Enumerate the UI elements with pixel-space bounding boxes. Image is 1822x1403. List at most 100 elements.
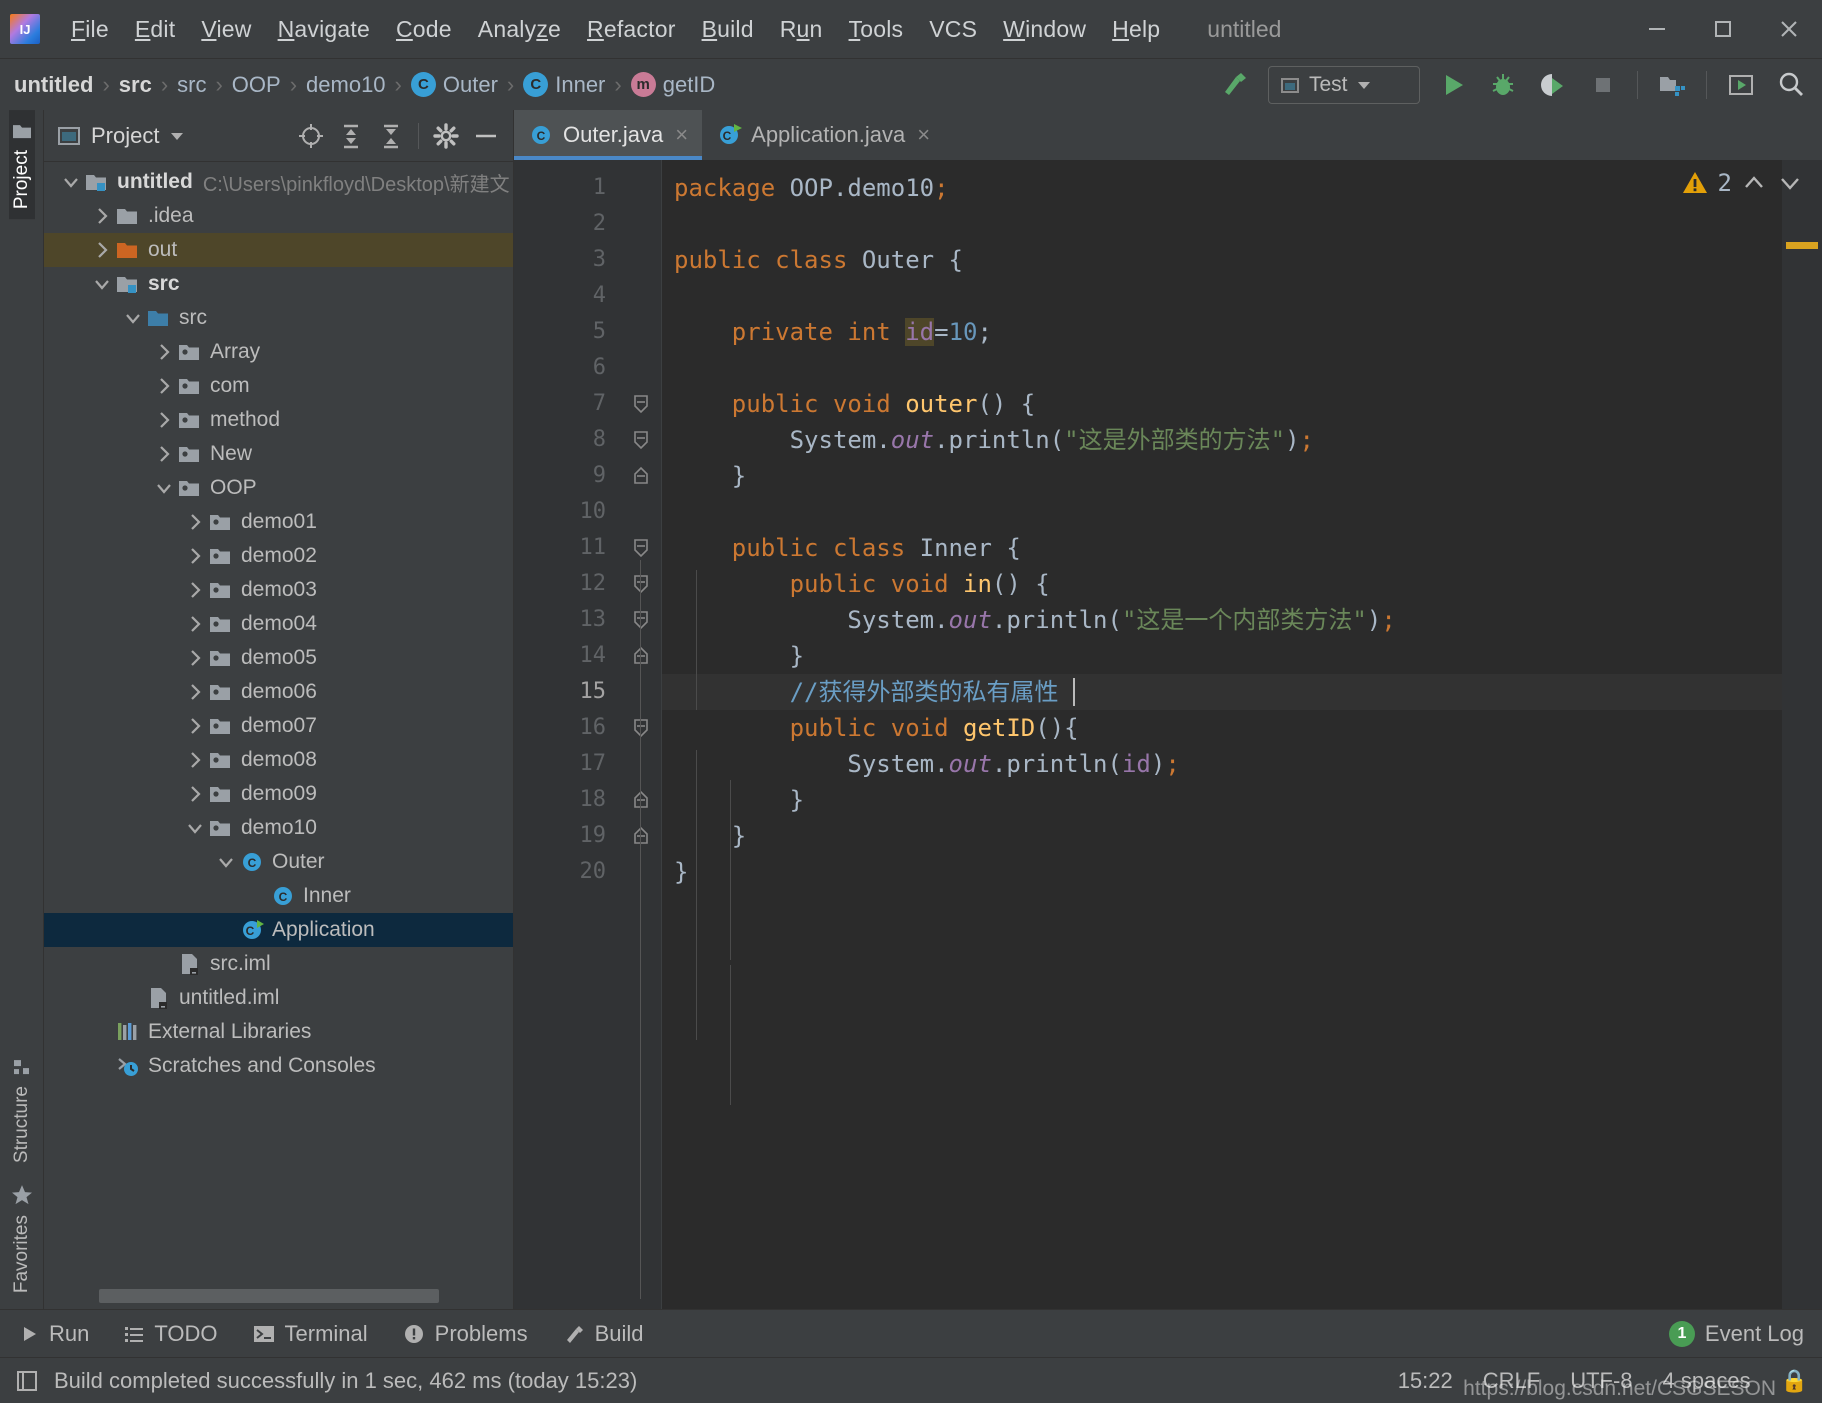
fold-marker[interactable]	[631, 826, 651, 846]
maximize-button[interactable]	[1690, 0, 1756, 58]
code-line-9[interactable]: }	[674, 458, 746, 494]
close-button[interactable]	[1756, 0, 1822, 58]
inspection-widget[interactable]: 2	[1680, 168, 1804, 198]
status-indent[interactable]: 4 spaces	[1663, 1368, 1751, 1394]
code-line-5[interactable]: private int id=10;	[674, 314, 992, 350]
breadcrumb-item-oop[interactable]: OOP	[232, 72, 281, 98]
fold-marker[interactable]	[631, 574, 651, 594]
status-line-separator[interactable]: CRLF	[1483, 1368, 1540, 1394]
tree-horizontal-scrollbar[interactable]	[99, 1289, 499, 1303]
tree-item-application[interactable]: C Application	[44, 913, 513, 947]
updates-button[interactable]	[1718, 63, 1764, 107]
tool-window-terminal[interactable]: Terminal	[252, 1321, 368, 1347]
tree-item-demo04[interactable]: demo04	[44, 607, 513, 641]
chevron-down-icon[interactable]	[153, 477, 175, 499]
chevron-right-icon[interactable]	[184, 715, 206, 737]
code-line-20[interactable]: }	[674, 854, 688, 890]
tree-item-untitled[interactable]: untitled C:\Users\pinkfloyd\Desktop\新建文	[44, 165, 513, 199]
tree-item--idea[interactable]: .idea	[44, 199, 513, 233]
editor-tab-application-java[interactable]: C Application.java ×	[702, 110, 944, 160]
chevron-up-icon[interactable]	[1740, 169, 1768, 197]
menu-item-navigate[interactable]: Navigate	[265, 12, 383, 47]
breadcrumb-item-demo10[interactable]: demo10	[306, 72, 386, 98]
project-tree[interactable]: untitled C:\Users\pinkfloyd\Desktop\新建文 .i…	[44, 162, 513, 1309]
tree-item-src[interactable]: src	[44, 301, 513, 335]
code-line-12[interactable]: public void in() {	[674, 566, 1050, 602]
tree-twisty[interactable]	[89, 205, 115, 227]
status-caret-position[interactable]: 15:22	[1398, 1368, 1453, 1394]
build-project-button[interactable]	[1212, 63, 1258, 107]
project-structure-button[interactable]	[1649, 63, 1695, 107]
tree-item-demo03[interactable]: demo03	[44, 573, 513, 607]
chevron-right-icon[interactable]	[184, 613, 206, 635]
menu-item-refactor[interactable]: Refactor	[574, 12, 689, 47]
fold-marker[interactable]	[631, 790, 651, 810]
tree-item-out[interactable]: out	[44, 233, 513, 267]
tree-twisty[interactable]	[58, 171, 84, 193]
chevron-down-icon[interactable]	[184, 817, 206, 839]
menu-item-vcs[interactable]: VCS	[916, 12, 990, 47]
tree-item-new[interactable]: New	[44, 437, 513, 471]
chevron-right-icon[interactable]	[153, 409, 175, 431]
tree-item-demo01[interactable]: demo01	[44, 505, 513, 539]
menu-item-edit[interactable]: Edit	[122, 12, 188, 47]
tree-item-scratches-and-consoles[interactable]: Scratches and Consoles	[44, 1049, 513, 1083]
menu-item-run[interactable]: Run	[767, 12, 836, 47]
toggle-sidebar-icon[interactable]	[14, 1368, 40, 1394]
menu-item-view[interactable]: View	[188, 12, 264, 47]
tree-item-src-iml[interactable]: src.iml	[44, 947, 513, 981]
editor-tab-outer-java[interactable]: C Outer.java ×	[514, 110, 703, 160]
fold-marker[interactable]	[631, 394, 651, 414]
fold-marker[interactable]	[631, 466, 651, 486]
tree-twisty[interactable]	[182, 715, 208, 737]
chevron-right-icon[interactable]	[153, 341, 175, 363]
tree-twisty[interactable]	[151, 409, 177, 431]
code-line-8[interactable]: System.out.println("这是外部类的方法");	[674, 422, 1314, 458]
code-line-19[interactable]: }	[674, 818, 746, 854]
chevron-right-icon[interactable]	[184, 647, 206, 669]
chevron-right-icon[interactable]	[153, 443, 175, 465]
code-line-16[interactable]: public void getID(){	[674, 710, 1079, 746]
menu-item-build[interactable]: Build	[689, 12, 767, 47]
editor-tab-close-icon[interactable]: ×	[917, 122, 930, 148]
editor-tab-close-icon[interactable]: ×	[675, 122, 688, 148]
tree-item-demo07[interactable]: demo07	[44, 709, 513, 743]
tree-item-array[interactable]: Array	[44, 335, 513, 369]
tree-scrollbar-thumb[interactable]	[99, 1289, 439, 1303]
breadcrumb-item-outer[interactable]: C Outer	[410, 72, 498, 98]
fold-marker[interactable]	[631, 538, 651, 558]
menu-item-help[interactable]: Help	[1099, 12, 1173, 47]
run-configuration-selector[interactable]: Test	[1268, 66, 1420, 104]
hide-panel-icon[interactable]	[467, 117, 505, 155]
tree-item-inner[interactable]: C Inner	[44, 879, 513, 913]
breadcrumb-item-inner[interactable]: C Inner	[523, 72, 605, 98]
chevron-down-icon[interactable]	[60, 171, 82, 193]
code-line-1[interactable]: package OOP.demo10;	[674, 170, 949, 206]
fold-marker[interactable]	[631, 718, 651, 738]
tree-twisty[interactable]	[120, 307, 146, 329]
status-lock[interactable]: 🔒	[1781, 1368, 1808, 1394]
code-line-7[interactable]: public void outer() {	[674, 386, 1035, 422]
chevron-right-icon[interactable]	[184, 681, 206, 703]
tree-item-demo08[interactable]: demo08	[44, 743, 513, 777]
debug-button[interactable]	[1480, 63, 1526, 107]
warning-marker[interactable]	[1786, 242, 1818, 249]
expand-all-icon[interactable]	[332, 117, 370, 155]
tree-item-untitled-iml[interactable]: untitled.iml	[44, 981, 513, 1015]
chevron-right-icon[interactable]	[184, 545, 206, 567]
tree-item-demo10[interactable]: demo10	[44, 811, 513, 845]
tool-window-run[interactable]: Run	[18, 1321, 89, 1347]
tool-window-tab-structure[interactable]: Structure	[9, 1046, 35, 1173]
chevron-right-icon[interactable]	[184, 511, 206, 533]
code-line-18[interactable]: }	[674, 782, 804, 818]
code-line-11[interactable]: public class Inner {	[674, 530, 1021, 566]
tree-item-outer[interactable]: C Outer	[44, 845, 513, 879]
code-line-3[interactable]: public class Outer {	[674, 242, 963, 278]
chevron-down-icon[interactable]	[122, 307, 144, 329]
tree-twisty[interactable]	[182, 783, 208, 805]
stop-button[interactable]	[1580, 63, 1626, 107]
settings-gear-icon[interactable]	[427, 117, 465, 155]
tree-item-method[interactable]: method	[44, 403, 513, 437]
code-text-area[interactable]: package OOP.demo10; public class Outer { …	[662, 160, 1782, 1309]
tree-twisty[interactable]	[182, 647, 208, 669]
